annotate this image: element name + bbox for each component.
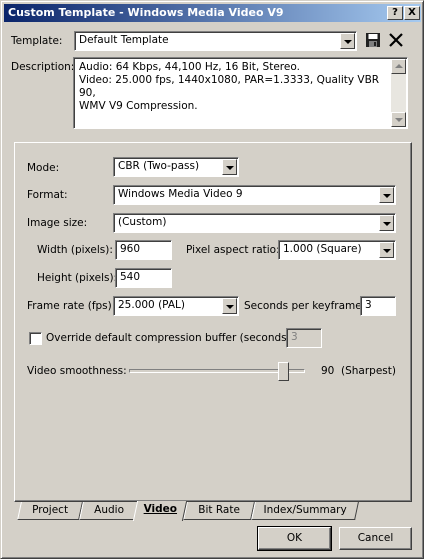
chevron-down-icon[interactable] [340,33,355,49]
smoothness-label: Video smoothness: [27,365,127,377]
description-box[interactable]: Audio: 64 Kbps, 44,100 Hz, 16 Bit, Stere… [73,57,408,129]
scroll-down-icon[interactable] [391,112,406,127]
mode-value: CBR (Two-pass) [118,160,200,172]
description-scrollbar[interactable] [391,59,406,127]
image-size-dropdown[interactable]: (Custom) [113,213,396,233]
tab-index-summary[interactable]: Index/Summary [251,502,359,520]
template-dropdown[interactable]: Default Template [74,31,357,51]
frame-rate-dropdown[interactable]: 25.000 (PAL) [113,296,239,316]
mode-dropdown[interactable]: CBR (Two-pass) [113,157,239,177]
template-label: Template: [11,35,63,47]
tab-audio[interactable]: Audio [79,502,139,520]
frame-rate-value: 25.000 (PAL) [118,299,185,311]
template-value: Default Template [79,34,169,46]
format-label: Format: [27,189,68,201]
window-title: Custom Template - Windows Media Video V9 [8,6,284,19]
override-input[interactable]: 3 [286,328,322,348]
chevron-down-icon[interactable] [379,242,394,258]
frame-rate-label: Frame rate (fps): [27,300,116,312]
close-button[interactable]: X [404,6,420,20]
tab-project[interactable]: Project [17,502,83,520]
keyframe-label: Seconds per keyframe: [244,300,366,312]
width-label: Width (pixels): [37,244,113,256]
title-bar[interactable]: Custom Template - Windows Media Video V9… [4,4,421,22]
cancel-button[interactable]: Cancel [339,527,412,550]
delete-x-icon[interactable] [388,32,404,48]
height-input[interactable]: 540 [115,268,172,288]
dialog-window: Custom Template - Windows Media Video V9… [0,0,424,559]
keyframe-input[interactable]: 3 [360,296,396,316]
chevron-down-icon[interactable] [222,298,237,314]
ok-button[interactable]: OK [257,526,332,551]
description-text: Audio: 64 Kbps, 44,100 Hz, 16 Bit, Stere… [79,61,380,112]
chevron-down-icon[interactable] [379,215,394,231]
height-label: Height (pixels): [37,272,118,284]
tab-video[interactable]: Video [132,501,188,521]
par-label: Pixel aspect ratio: [186,244,280,256]
override-label: Override default compression buffer (sec… [46,332,295,344]
smoothness-value: 90 [321,365,335,377]
image-size-value: (Custom) [118,216,167,228]
tab-strip: Project Audio Video Bit Rate Index/Summa… [13,501,413,521]
format-dropdown[interactable]: Windows Media Video 9 [113,185,396,205]
par-dropdown[interactable]: 1.000 (Square) [278,240,396,260]
mode-label: Mode: [27,162,60,174]
format-value: Windows Media Video 9 [118,188,243,200]
description-label: Description: [11,61,75,73]
width-input[interactable]: 960 [115,240,172,260]
image-size-label: Image size: [27,217,88,229]
par-value: 1.000 (Square) [283,243,362,255]
smoothness-slider-thumb[interactable] [278,362,289,381]
floppy-save-icon[interactable] [365,32,381,48]
chevron-down-icon[interactable] [379,187,394,203]
scroll-up-icon[interactable] [391,59,406,74]
help-button[interactable]: ? [387,6,403,20]
chevron-down-icon[interactable] [222,159,237,175]
override-checkbox[interactable] [29,332,42,345]
tab-bit-rate[interactable]: Bit Rate [183,502,255,520]
smoothness-description: (Sharpest) [341,365,396,377]
